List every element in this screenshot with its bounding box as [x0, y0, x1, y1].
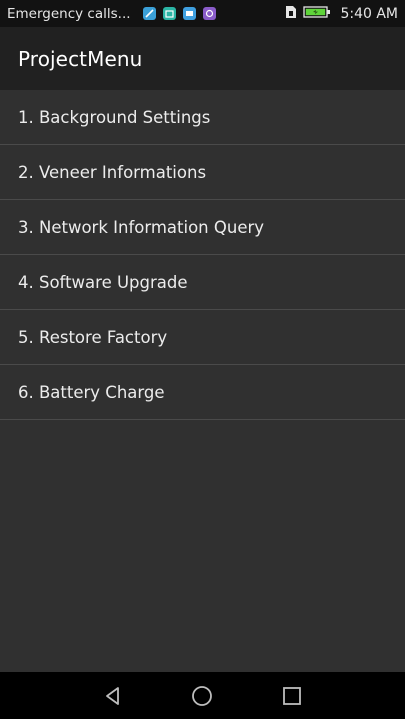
carrier-text: Emergency calls... [7, 5, 131, 22]
menu-item-label: 5. Restore Factory [18, 327, 168, 347]
status-right: 5:40 AM [284, 5, 405, 23]
menu-item-background-settings[interactable]: 1. Background Settings [0, 90, 405, 145]
menu-item-label: 4. Software Upgrade [18, 272, 188, 292]
battery-icon [303, 5, 331, 23]
game-icon [202, 7, 216, 20]
back-icon [106, 686, 119, 705]
calendar-icon [162, 7, 176, 20]
menu-item-battery-charge[interactable]: 6. Battery Charge [0, 365, 405, 420]
mail-icon [182, 7, 196, 20]
status-time: 5:40 AM [340, 5, 398, 22]
page-title: ProjectMenu [18, 46, 143, 71]
action-bar: ProjectMenu [0, 27, 405, 90]
edit-note-icon [142, 7, 156, 20]
menu-item-software-upgrade[interactable]: 4. Software Upgrade [0, 255, 405, 310]
menu-item-label: 1. Background Settings [18, 107, 211, 127]
status-bar: Emergency calls... 5:40 AM [0, 0, 405, 27]
navigation-bar [0, 672, 405, 719]
sim-icon [284, 5, 298, 23]
back-button[interactable] [83, 672, 143, 719]
recents-icon [283, 686, 301, 705]
screen: Emergency calls... 5:40 AM ProjectMenu 1… [0, 0, 405, 719]
menu-list: 1. Background Settings 2. Veneer Informa… [0, 90, 405, 420]
menu-item-network-information-query[interactable]: 3. Network Information Query [0, 200, 405, 255]
home-button[interactable] [172, 672, 232, 719]
status-left: Emergency calls... [0, 6, 216, 22]
menu-item-veneer-informations[interactable]: 2. Veneer Informations [0, 145, 405, 200]
notification-icons [142, 7, 216, 20]
recents-button[interactable] [262, 672, 322, 719]
home-icon [192, 685, 212, 706]
menu-item-label: 3. Network Information Query [18, 217, 265, 237]
menu-item-label: 6. Battery Charge [18, 382, 165, 402]
menu-item-label: 2. Veneer Informations [18, 162, 207, 182]
menu-item-restore-factory[interactable]: 5. Restore Factory [0, 310, 405, 365]
